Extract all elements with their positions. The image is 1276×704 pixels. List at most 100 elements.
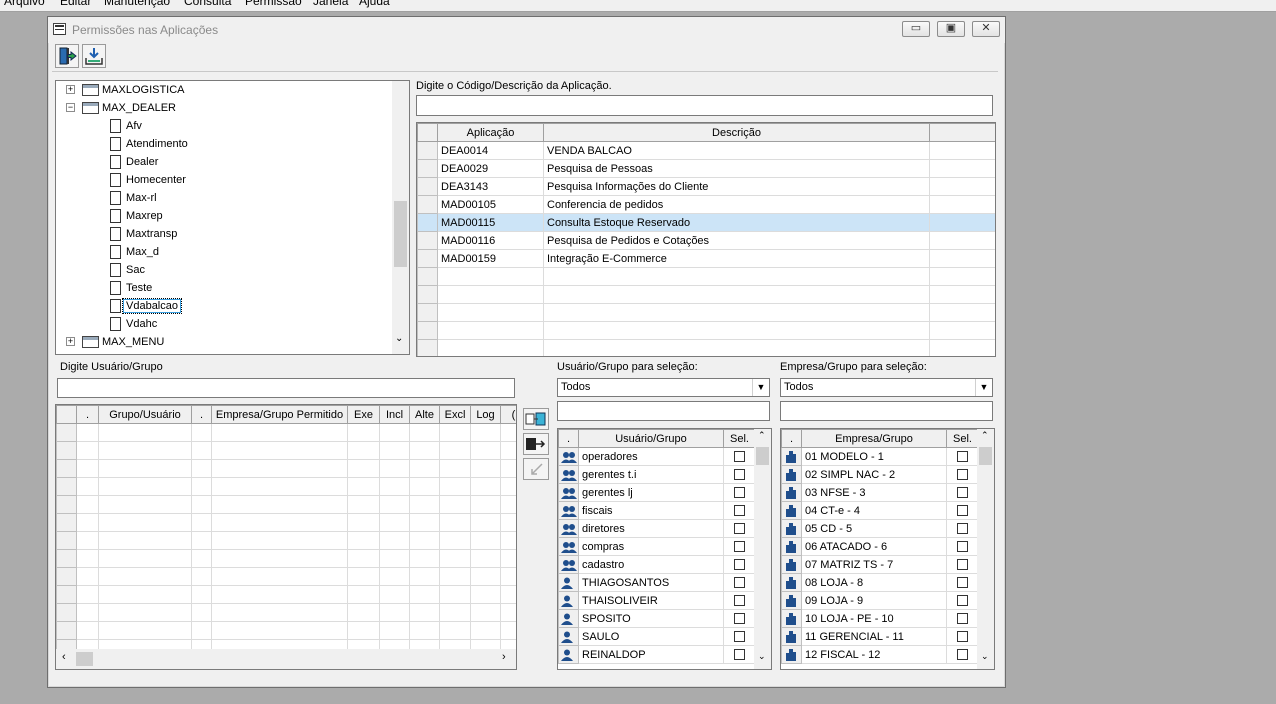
maximize-button[interactable]: ▣ bbox=[937, 21, 965, 37]
table-cell[interactable] bbox=[191, 567, 212, 586]
select-checkbox[interactable] bbox=[734, 451, 745, 463]
application-tree[interactable]: + MAXLOGISTICA − MAX_DEALER Afv Atendimento De… bbox=[55, 80, 410, 355]
company-name-cell[interactable]: 01 MODELO - 1 bbox=[801, 447, 947, 466]
table-cell[interactable] bbox=[439, 459, 471, 478]
list-item[interactable]: SAULO bbox=[558, 627, 756, 646]
exit-button[interactable] bbox=[55, 44, 79, 68]
table-row[interactable] bbox=[56, 441, 516, 460]
tree-scroll-thumb[interactable] bbox=[394, 201, 407, 267]
list-item[interactable]: SPOSITO bbox=[558, 609, 756, 628]
table-cell[interactable] bbox=[347, 513, 380, 532]
table-cell[interactable] bbox=[543, 267, 930, 286]
table-cell[interactable] bbox=[211, 495, 348, 514]
app-code-cell[interactable]: MAD00115 bbox=[437, 213, 544, 232]
column-header[interactable]: . bbox=[781, 429, 802, 448]
table-cell[interactable] bbox=[98, 549, 192, 568]
table-cell[interactable] bbox=[211, 621, 348, 640]
list-item[interactable]: gerentes lj bbox=[558, 483, 756, 502]
company-name-cell[interactable]: 07 MATRIZ TS - 7 bbox=[801, 555, 947, 574]
table-cell[interactable] bbox=[409, 459, 440, 478]
select-checkbox[interactable] bbox=[957, 505, 968, 517]
app-code-cell[interactable]: DEA0029 bbox=[437, 159, 544, 178]
table-cell[interactable] bbox=[98, 423, 192, 442]
company-name-cell[interactable]: 09 LOJA - 9 bbox=[801, 591, 947, 610]
table-cell[interactable] bbox=[439, 549, 471, 568]
table-cell[interactable] bbox=[76, 549, 99, 568]
table-cell[interactable] bbox=[437, 339, 544, 356]
table-cell[interactable] bbox=[347, 585, 380, 604]
select-checkbox[interactable] bbox=[957, 613, 968, 625]
table-cell[interactable] bbox=[439, 621, 471, 640]
user-name-cell[interactable]: THAISOLIVEIR bbox=[578, 591, 724, 610]
table-cell[interactable] bbox=[211, 585, 348, 604]
company-name-cell[interactable]: 02 SIMPL NAC - 2 bbox=[801, 465, 947, 484]
tree-expander-icon[interactable]: − bbox=[66, 103, 75, 112]
table-row[interactable] bbox=[417, 303, 995, 322]
select-checkbox[interactable] bbox=[734, 541, 745, 553]
table-row[interactable]: DEA0014 VENDA BALCAO bbox=[417, 141, 995, 160]
table-cell[interactable] bbox=[347, 477, 380, 496]
table-cell[interactable] bbox=[211, 459, 348, 478]
column-header[interactable]: ( bbox=[500, 405, 516, 424]
table-cell[interactable] bbox=[76, 423, 99, 442]
table-cell[interactable] bbox=[500, 531, 516, 550]
table-cell[interactable] bbox=[98, 459, 192, 478]
table-row[interactable] bbox=[56, 585, 516, 604]
table-cell[interactable] bbox=[470, 603, 501, 622]
company-name-cell[interactable]: 05 CD - 5 bbox=[801, 519, 947, 538]
menu-consulta[interactable]: Consulta bbox=[184, 0, 231, 8]
list-item[interactable]: 04 CT-e - 4 bbox=[781, 501, 979, 520]
select-checkbox[interactable] bbox=[734, 631, 745, 643]
table-cell[interactable] bbox=[409, 603, 440, 622]
remove-permission-button[interactable] bbox=[523, 458, 549, 480]
select-checkbox[interactable] bbox=[734, 613, 745, 625]
user-name-cell[interactable]: cadastro bbox=[578, 555, 724, 574]
select-checkbox[interactable] bbox=[957, 595, 968, 607]
scroll-down-arrow-icon[interactable]: ⌄ bbox=[981, 651, 989, 662]
select-checkbox[interactable] bbox=[957, 631, 968, 643]
table-cell[interactable] bbox=[409, 621, 440, 640]
table-cell[interactable] bbox=[500, 585, 516, 604]
column-header[interactable]: . bbox=[558, 429, 579, 448]
menu-ajuda[interactable]: Ajuda bbox=[359, 0, 390, 8]
app-desc-cell[interactable]: VENDA BALCAO bbox=[543, 141, 930, 160]
user-grid-scrollbar[interactable]: ⌃ ⌄ bbox=[754, 429, 771, 669]
table-cell[interactable] bbox=[76, 621, 99, 640]
table-cell[interactable] bbox=[98, 477, 192, 496]
menu-arquivo[interactable]: Arquivo bbox=[4, 0, 45, 8]
list-item[interactable]: 02 SIMPL NAC - 2 bbox=[781, 465, 979, 484]
table-cell[interactable] bbox=[470, 621, 501, 640]
table-cell[interactable] bbox=[409, 441, 440, 460]
table-cell[interactable] bbox=[543, 339, 930, 356]
table-row[interactable]: DEA3143 Pesquisa Informações do Cliente bbox=[417, 177, 995, 196]
table-cell[interactable] bbox=[543, 303, 930, 322]
table-cell[interactable] bbox=[191, 441, 212, 460]
table-cell[interactable] bbox=[76, 531, 99, 550]
chevron-down-icon[interactable]: ▼ bbox=[752, 379, 769, 396]
table-cell[interactable] bbox=[439, 531, 471, 550]
table-cell[interactable] bbox=[439, 441, 471, 460]
tree-scrollbar[interactable]: ⌄ bbox=[392, 81, 409, 354]
table-cell[interactable] bbox=[98, 621, 192, 640]
table-row[interactable]: MAD00116 Pesquisa de Pedidos e Cotações bbox=[417, 231, 995, 250]
table-cell[interactable] bbox=[470, 549, 501, 568]
app-code-cell[interactable]: DEA3143 bbox=[437, 177, 544, 196]
select-checkbox[interactable] bbox=[734, 577, 745, 589]
menu-permissao[interactable]: Permissão bbox=[245, 0, 302, 8]
company-grid-scroll-thumb[interactable] bbox=[979, 447, 992, 465]
perm-scroll-thumb[interactable] bbox=[76, 652, 93, 666]
table-cell[interactable] bbox=[379, 459, 410, 478]
table-cell[interactable] bbox=[500, 441, 516, 460]
table-cell[interactable] bbox=[439, 513, 471, 532]
app-desc-cell[interactable]: Pesquisa de Pedidos e Cotações bbox=[543, 231, 930, 250]
table-cell[interactable] bbox=[409, 423, 440, 442]
column-header[interactable]: Descrição bbox=[543, 123, 930, 142]
select-checkbox[interactable] bbox=[957, 487, 968, 499]
table-row[interactable] bbox=[56, 477, 516, 496]
table-cell[interactable] bbox=[379, 585, 410, 604]
select-checkbox[interactable] bbox=[734, 487, 745, 499]
user-name-cell[interactable]: gerentes lj bbox=[578, 483, 724, 502]
table-row[interactable]: DEA0029 Pesquisa de Pessoas bbox=[417, 159, 995, 178]
table-row[interactable]: MAD00105 Conferencia de pedidos bbox=[417, 195, 995, 214]
table-cell[interactable] bbox=[76, 567, 99, 586]
